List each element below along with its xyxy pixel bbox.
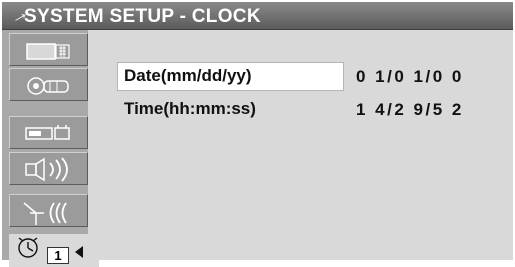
page-number-badge: 1 <box>47 247 69 264</box>
sidebar-item-antenna[interactable] <box>9 194 88 227</box>
video-tape-setup-icon <box>27 77 69 95</box>
selection-arrow-icon <box>75 246 83 258</box>
sidebar-item-video[interactable] <box>9 68 88 101</box>
sidebar-item-camera[interactable] <box>9 116 88 149</box>
date-label: Date(mm/dd/yy) <box>124 66 252 85</box>
sidebar-item-display[interactable] <box>9 33 88 66</box>
time-value[interactable]: 1 4/2 9/5 2 <box>356 100 464 120</box>
camera-setup-icon <box>25 125 70 140</box>
sidebar-item-clock[interactable]: 1 <box>9 234 99 267</box>
sidebar-item-audio[interactable] <box>9 152 88 185</box>
time-label: Time(hh:mm:ss) <box>124 99 256 118</box>
title-bar: → SYSTEM SETUP - CLOCK <box>2 2 513 30</box>
antenna-signal-setup-icon <box>23 202 67 225</box>
setup-sidebar: 1 <box>2 30 99 267</box>
audio-speaker-setup-icon <box>25 157 68 182</box>
clock-setup-icon <box>18 237 38 258</box>
date-value[interactable]: 0 1/0 1/0 0 <box>356 67 464 87</box>
display-setup-icon <box>26 43 70 60</box>
page-title: SYSTEM SETUP - CLOCK <box>24 6 261 27</box>
